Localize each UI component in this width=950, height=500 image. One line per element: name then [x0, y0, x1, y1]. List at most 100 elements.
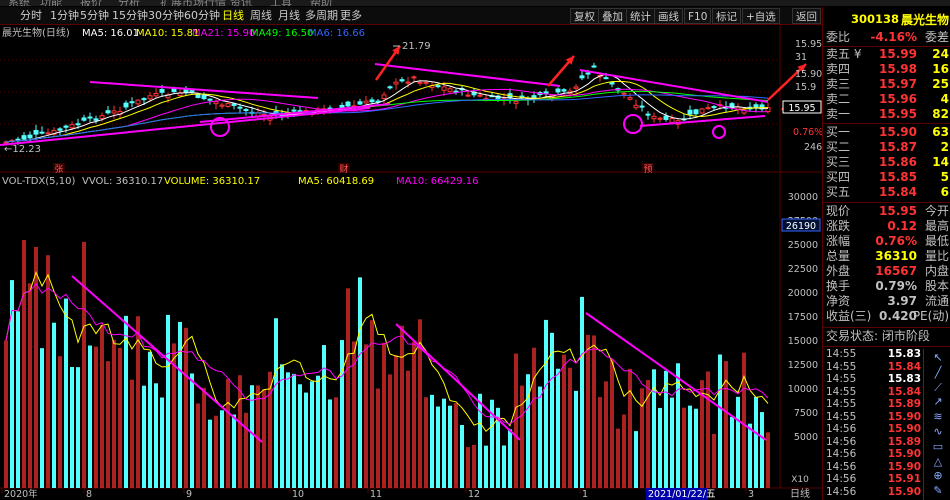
draw-tool-icon[interactable]: ↗: [930, 395, 946, 409]
candle-body: [411, 76, 417, 79]
ma-legend-item: MA49: 16.50: [250, 28, 313, 39]
volume-bar: [598, 397, 602, 488]
row-label: 现价: [826, 204, 851, 218]
volume-bar: [100, 325, 104, 488]
tick-row: 14:56 15.90: [823, 461, 923, 473]
stat-row: 总量 36310 量比: [823, 249, 950, 264]
volume-bar: [22, 240, 26, 488]
tick-price: 15.90: [887, 448, 921, 460]
candle-body: [555, 88, 561, 93]
candle-body: [159, 89, 165, 93]
volume-bar: [64, 298, 68, 488]
tick-row: 14:55 15.83: [823, 349, 923, 360]
volume-bar: [346, 288, 350, 488]
candle-body: [621, 92, 627, 95]
draw-tool-icon[interactable]: ╱: [930, 366, 946, 380]
candle-body: [753, 104, 759, 108]
draw-tool-icon[interactable]: ⊕: [930, 469, 946, 483]
volume-bar: [88, 345, 92, 488]
divider: [823, 327, 950, 328]
volume-bar: [766, 432, 770, 488]
tick-row: 14:55 15.90: [823, 410, 923, 423]
row-volume: 14: [932, 155, 949, 169]
date-label: 1: [582, 489, 588, 500]
volume-axis-tick: 7500: [794, 408, 818, 419]
volume-bar: [352, 341, 356, 488]
price-axis-tick: 15.95: [795, 39, 822, 50]
candle-body: [369, 99, 375, 103]
stat-row: 收益(三) 0.420 PE(动): [823, 309, 950, 324]
volume-bar: [466, 447, 470, 488]
candle-body: [639, 105, 645, 108]
row-value: 15.87: [879, 140, 917, 154]
date-axis-label: 日线: [790, 487, 810, 500]
tick-time: 14:55: [826, 410, 857, 423]
event-marker: 预: [643, 164, 652, 175]
candle-body: [447, 88, 453, 93]
candle-body: [69, 124, 75, 129]
volume-bar: [544, 319, 548, 488]
candle-body: [111, 110, 117, 114]
tick-price: 15.90: [887, 410, 921, 423]
volume-bar: [40, 348, 44, 488]
row-value: -4.16%: [870, 31, 917, 44]
volume-bar: [718, 354, 722, 488]
candle-body: [387, 86, 393, 89]
kline-chart[interactable]: 晨光生物(日线) MA5: 16.01MA10: 15.81MA21: 15.90…: [0, 0, 822, 500]
candle-body: [435, 85, 441, 88]
draw-tool-icon[interactable]: ⟋: [930, 381, 946, 395]
candle-body: [651, 115, 657, 120]
candle-body: [291, 109, 297, 112]
row-value: 3.97: [887, 294, 917, 308]
volume-bar: [670, 397, 674, 488]
volume-unit-label: X10: [791, 475, 809, 485]
candle-body: [135, 99, 141, 105]
row-value: 15.97: [879, 77, 917, 91]
draw-tool-icon[interactable]: ✎: [930, 484, 946, 498]
candle-body: [423, 81, 429, 84]
candle: [699, 107, 705, 115]
candle-body: [657, 117, 663, 120]
price-pct-label: 0.76%: [793, 127, 822, 138]
tick-time: 14:56: [826, 423, 857, 435]
row-volume: 24: [932, 47, 949, 61]
row-value: 15.98: [879, 62, 917, 76]
tick-price: 15.89: [887, 435, 921, 448]
candle-body: [189, 90, 195, 93]
candle-body: [561, 89, 567, 92]
draw-tool-icon[interactable]: ∿: [930, 425, 946, 439]
volume-bar: [148, 351, 152, 488]
volume-bar: [334, 397, 338, 488]
candle-body: [105, 110, 111, 114]
row-value: 15.84: [879, 185, 917, 199]
bid-row: 买四 15.85 5: [823, 170, 950, 185]
candle-body: [627, 97, 633, 100]
volume-bar: [430, 394, 434, 488]
candle-body: [663, 115, 669, 120]
volume-bar: [538, 386, 542, 488]
draw-tool-icon[interactable]: ↖: [930, 351, 946, 365]
candle-body: [591, 65, 597, 68]
tick-time: 14:56: [826, 448, 857, 460]
count-label: 246: [804, 142, 822, 153]
draw-tool-icon[interactable]: △: [930, 455, 946, 469]
tick-row: 14:56 15.89: [823, 435, 923, 448]
bid-row: 买五 15.84 6: [823, 185, 950, 200]
volume-bar: [658, 407, 662, 488]
row-volume: 4: [940, 92, 949, 106]
draw-tool-icon[interactable]: ≋: [930, 410, 946, 424]
row-label-2: 量比: [924, 249, 949, 263]
event-marker: 财: [339, 163, 348, 175]
volume-bar: [580, 296, 584, 488]
row-label: 卖二: [826, 92, 851, 106]
volume-legend-item: VVOL: 36310.17: [82, 176, 163, 187]
tick-price: 15.91: [887, 473, 921, 485]
volume-bar: [412, 341, 416, 488]
candle-body: [195, 94, 201, 98]
volume-bar: [376, 388, 380, 488]
row-label: 外盘: [826, 264, 851, 278]
tick-row: 14:56 15.90: [823, 486, 923, 498]
volume-axis-tick: 5000: [794, 432, 818, 443]
volume-bar: [28, 283, 32, 488]
draw-tool-icon[interactable]: ▭: [930, 440, 946, 454]
